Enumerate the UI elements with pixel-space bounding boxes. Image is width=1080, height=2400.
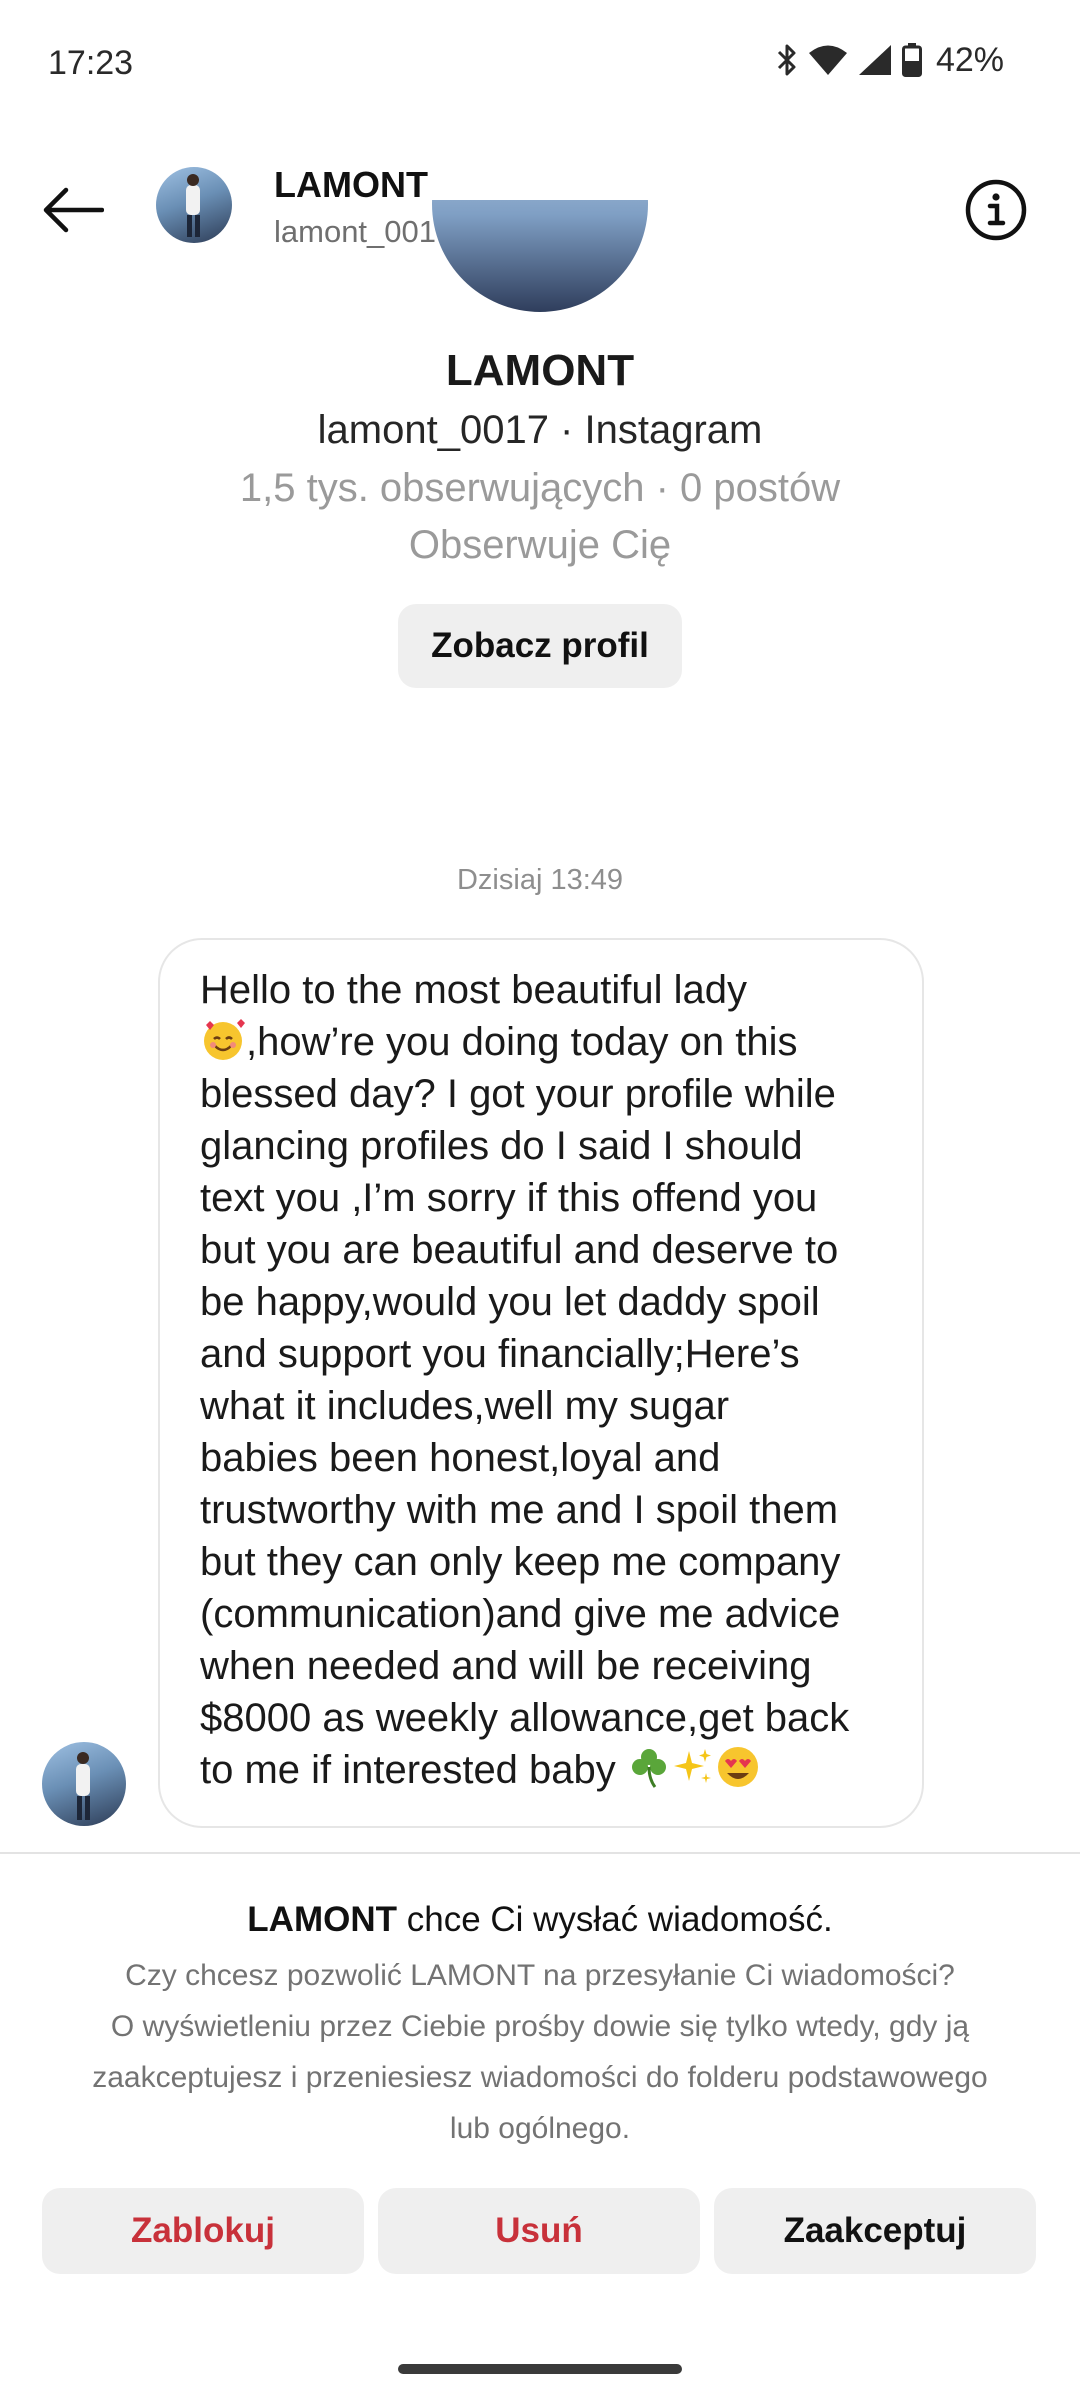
- bluetooth-icon: [777, 44, 796, 76]
- status-time: 17:23: [48, 44, 134, 82]
- heart-eyes-emoji-icon: [717, 1747, 758, 1787]
- header-avatar[interactable]: [156, 167, 232, 243]
- message-line: Hello to the most beautiful lady: [200, 968, 747, 1012]
- header-username[interactable]: lamont_0017: [274, 214, 453, 250]
- sparkles-emoji-icon: [673, 1749, 711, 1783]
- back-button[interactable]: [38, 175, 108, 245]
- shamrock-emoji-icon: [631, 1749, 666, 1788]
- message-line: but you are beautiful and deserve to: [200, 1228, 839, 1272]
- message-line: $8000 as weekly allowance,get back: [200, 1696, 850, 1740]
- message-line: babies been honest,loyal and: [200, 1436, 721, 1480]
- profile-handle: lamont_0017 · Instagram: [317, 408, 763, 452]
- message-line: when needed and will be receiving: [200, 1644, 812, 1688]
- view-profile-button[interactable]: Zobacz profil: [398, 604, 682, 688]
- request-title: LAMONT chce Ci wysłać wiadomość.: [0, 1900, 1080, 1940]
- request-title-text: chce Ci wysłać wiadomość.: [397, 1900, 833, 1939]
- message-line: be happy,would you let daddy spoil: [200, 1280, 820, 1324]
- accept-button[interactable]: Zaakceptuj: [714, 2188, 1036, 2274]
- message-line: trustworthy with me and I spoil them: [200, 1488, 839, 1532]
- follows-you-label: Obserwuje Cię: [408, 523, 672, 567]
- message-line: but they can only keep me company: [200, 1540, 841, 1584]
- profile-stats: 1,5 tys. obserwujących · 0 postów: [239, 466, 841, 510]
- info-button[interactable]: [962, 176, 1030, 244]
- message-line: what it includes,well my sugar: [200, 1384, 730, 1428]
- block-button[interactable]: Zablokuj: [42, 2188, 364, 2274]
- header-name[interactable]: LAMONT: [274, 164, 428, 206]
- request-line: lub ogólnego.: [449, 2112, 631, 2145]
- person-photo-icon: [186, 174, 200, 237]
- message-line: glancing profiles do I said I should: [200, 1124, 803, 1168]
- home-indicator[interactable]: [398, 2364, 682, 2374]
- message-line-text: ,how’re you doing today on this: [246, 1020, 798, 1064]
- divider: [0, 1852, 1080, 1854]
- message-line: and support you financially;Here’s: [200, 1332, 800, 1376]
- wifi-icon: [808, 45, 847, 75]
- message-line: ,how’re you doing today on this: [200, 1016, 900, 1068]
- info-icon: [965, 179, 1027, 241]
- message-line-text: to me if interested baby: [200, 1748, 616, 1792]
- message-timestamp: Dzisiaj 13:49: [456, 864, 624, 896]
- sender-avatar[interactable]: [42, 1742, 126, 1826]
- message-line: text you ,I’m sorry if this offend you: [200, 1176, 818, 1220]
- message-line: to me if interested baby: [200, 1744, 900, 1796]
- request-line: Czy chcesz pozwolić LAMONT na przesyłani…: [125, 1959, 955, 1992]
- person-photo-icon: [76, 1752, 90, 1820]
- delete-button[interactable]: Usuń: [378, 2188, 700, 2274]
- message-line: blessed day? I got your profile while: [200, 1072, 836, 1116]
- message-text: Hello to the most beautiful lady ,how’re…: [200, 964, 900, 1796]
- request-line: zaakceptujesz i przeniesiesz wiadomości …: [92, 2061, 988, 2094]
- profile-name: LAMONT: [445, 346, 635, 395]
- battery-icon: [901, 43, 922, 77]
- battery-percent: 42%: [935, 40, 1004, 79]
- signal-icon: [858, 45, 891, 75]
- status-icons: 42%: [776, 40, 1004, 80]
- arrow-left-icon: [43, 187, 104, 233]
- message-line: (communication)and give me advice: [200, 1592, 841, 1636]
- request-description: Czy chcesz pozwolić LAMONT na przesyłani…: [0, 1950, 1080, 2154]
- request-sender-name: LAMONT: [247, 1900, 397, 1939]
- request-line: O wyświetleniu przez Ciebie prośby dowie…: [110, 2010, 970, 2043]
- smiling-face-with-hearts-emoji-icon: [204, 1019, 245, 1060]
- profile-picture[interactable]: [432, 200, 648, 312]
